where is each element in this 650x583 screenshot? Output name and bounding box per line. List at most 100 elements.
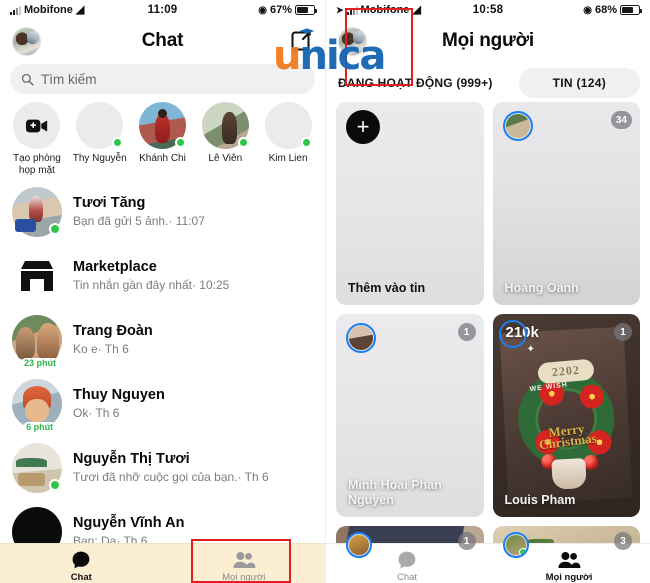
status-right-group: ◉ 67% (177, 4, 317, 16)
online-dot-icon (300, 137, 312, 148)
story-photo: 2202 WE WISH Merry Christmas (499, 327, 633, 504)
chat-bubble-icon (71, 550, 91, 570)
list-item-texts: Marketplace Tin nhắn gần đây nhất· 10:25 (73, 259, 229, 293)
tab-label: Mọi người (222, 571, 266, 583)
story-card-hoang-oanh[interactable]: 34 Hoàng Oanh (492, 102, 640, 305)
people-icon (557, 550, 581, 570)
story-author-avatar (502, 111, 533, 141)
status-left-group: ➤ Mobifone ◢ (336, 4, 473, 16)
story-card-add[interactable]: + Thêm vào tin (336, 102, 484, 305)
story-card-label: Thêm vào tin (348, 281, 426, 295)
online-dot-icon (112, 137, 124, 148)
chat-preview: Ok· Th 6 (73, 406, 120, 420)
story-khanh-chi[interactable]: Khánh Chi (132, 102, 194, 176)
story-count-badge: 1 (614, 323, 632, 341)
right-phone-screen: ➤ Mobifone ◢ 10:58 ◉ 68% Mọi người ĐANG … (325, 0, 650, 583)
chat-name: Nguyễn Thị Tươi (73, 451, 190, 467)
story-create-room[interactable]: Tạo phòng họp mặt (6, 102, 68, 176)
people-icon (232, 550, 256, 570)
status-bar-left: Mobifone ◢ 11:09 ◉ 67% (0, 0, 325, 20)
list-item-texts: Nguyễn Thị Tươi Tươi đã nhỡ cuộc gọi của… (73, 451, 269, 485)
signal-bars-icon (10, 5, 21, 15)
list-item-texts: Tươi Tăng Bạn đã gửi 5 ảnh.· 11:07 (73, 195, 205, 229)
left-phone-screen: Mobifone ◢ 11:09 ◉ 67% Chat Tìm kiếm Tạo… (0, 0, 325, 583)
chat-preview: Tin nhắn gần đây nhất· 10:25 (73, 278, 230, 292)
bottom-tab-bar-right: Chat Mọi người (326, 543, 650, 583)
search-input[interactable]: Tìm kiếm (10, 64, 315, 94)
battery-icon (620, 5, 643, 15)
avatar: 6 phút (12, 379, 62, 432)
wifi-icon: ◢ (75, 3, 85, 16)
story-card-label: Hoàng Oanh (504, 281, 579, 295)
last-active-badge: 6 phút (23, 422, 57, 432)
avatar[interactable] (12, 26, 41, 56)
story-author-ring (498, 320, 527, 348)
list-item[interactable]: 23 phút Trang Đoàn Ko e· Th 6 (0, 308, 325, 372)
story-thy-nguyen[interactable]: Thy Nguyễn (69, 102, 131, 176)
online-dot-icon (237, 137, 249, 148)
story-card-label: Louis Pham (504, 493, 576, 507)
status-left-group: Mobifone ◢ (10, 4, 148, 16)
story-label: Thy Nguyễn (72, 153, 127, 164)
vase-shape (551, 457, 588, 490)
story-count-badge: 1 (457, 323, 476, 341)
watermark-nica: nica (299, 33, 386, 79)
story-avatar (138, 102, 186, 149)
story-kim-lien[interactable]: Kim Lien (257, 102, 319, 176)
tab-stories[interactable]: TIN (124) (518, 68, 640, 98)
list-item[interactable]: Tươi Tăng Bạn đã gửi 5 ảnh.· 11:07 (0, 180, 325, 244)
list-item-texts: Thuy Nguyen Ok· Th 6 (73, 387, 165, 421)
story-avatar (264, 102, 312, 149)
list-item[interactable]: Marketplace Tin nhắn gần đây nhất· 10:25 (0, 244, 325, 308)
watermark-u: u (273, 33, 302, 79)
status-right-group: ◉ 68% (503, 4, 643, 16)
online-dot-icon (518, 548, 527, 556)
chat-name: Tươi Tăng (73, 195, 146, 211)
status-clock: 10:58 (472, 4, 504, 16)
avatar: 23 phút (12, 315, 62, 368)
chat-list: Tươi Tăng Bạn đã gửi 5 ảnh.· 11:07 Marke… (0, 178, 325, 564)
story-grid: + Thêm vào tin 34 Hoàng Oanh 1 Minh Hoai… (326, 102, 650, 568)
avatar (12, 187, 62, 237)
tab-label: Chat (396, 571, 418, 583)
story-label: Khánh Chi (139, 153, 186, 164)
online-dot-icon (174, 137, 186, 148)
tab-label: Mọi người (545, 571, 593, 583)
story-count-badge: 3 (614, 532, 632, 550)
list-item[interactable]: 6 phút Thuy Nguyen Ok· Th 6 (0, 372, 325, 436)
avatar-image (349, 535, 369, 555)
plus-icon[interactable]: + (346, 110, 380, 144)
chat-name: Trang Đoàn (73, 323, 153, 339)
tab-chat[interactable]: Chat (0, 545, 163, 583)
list-item-texts: Trang Đoàn Ko e· Th 6 (73, 323, 153, 357)
chat-name: Marketplace (73, 259, 157, 275)
story-avatar (76, 102, 124, 149)
last-active-badge: 23 phút (21, 358, 60, 368)
story-avatar (201, 102, 249, 149)
tab-label: Chat (70, 571, 92, 583)
online-dot-icon (49, 223, 61, 235)
story-count-badge: 1 (457, 532, 476, 550)
wifi-icon: ◢ (412, 3, 421, 16)
list-item[interactable]: Nguyễn Thị Tươi Tươi đã nhỡ cuộc gọi của… (0, 436, 325, 500)
online-dot-icon (49, 479, 61, 491)
story-label: Kim Lien (268, 153, 308, 164)
story-count-badge: 34 (610, 111, 632, 129)
story-card-minh-hoai[interactable]: 1 Minh Hoai Phan Nguyen (336, 314, 484, 517)
chat-preview: Bạn đã gửi 5 ảnh.· 11:07 (73, 214, 205, 228)
chat-name: Nguyễn Vĩnh An (73, 515, 185, 531)
marketplace-icon (12, 251, 62, 301)
carrier-label: Mobifone (360, 4, 410, 16)
tab-people[interactable]: Mọi người (163, 545, 326, 583)
story-le-vien[interactable]: Lê Viên (194, 102, 256, 176)
location-icon: ◉ (583, 4, 592, 16)
chat-bubble-icon (397, 550, 417, 570)
story-card-louis-pham[interactable]: 2202 WE WISH Merry Christmas 210k ✦ 1 Lo… (492, 314, 640, 517)
chat-preview: Ko e· Th 6 (73, 342, 129, 356)
location-arrow-icon: ➤ (336, 4, 344, 15)
status-bar-right: ➤ Mobifone ◢ 10:58 ◉ 68% (326, 0, 650, 20)
graduation-cap-icon (299, 28, 315, 34)
active-stories-row: Tạo phòng họp mặt Thy Nguyễn Khánh Chi L… (0, 94, 325, 178)
battery-icon (295, 5, 317, 15)
chat-name: Thuy Nguyen (73, 387, 165, 403)
